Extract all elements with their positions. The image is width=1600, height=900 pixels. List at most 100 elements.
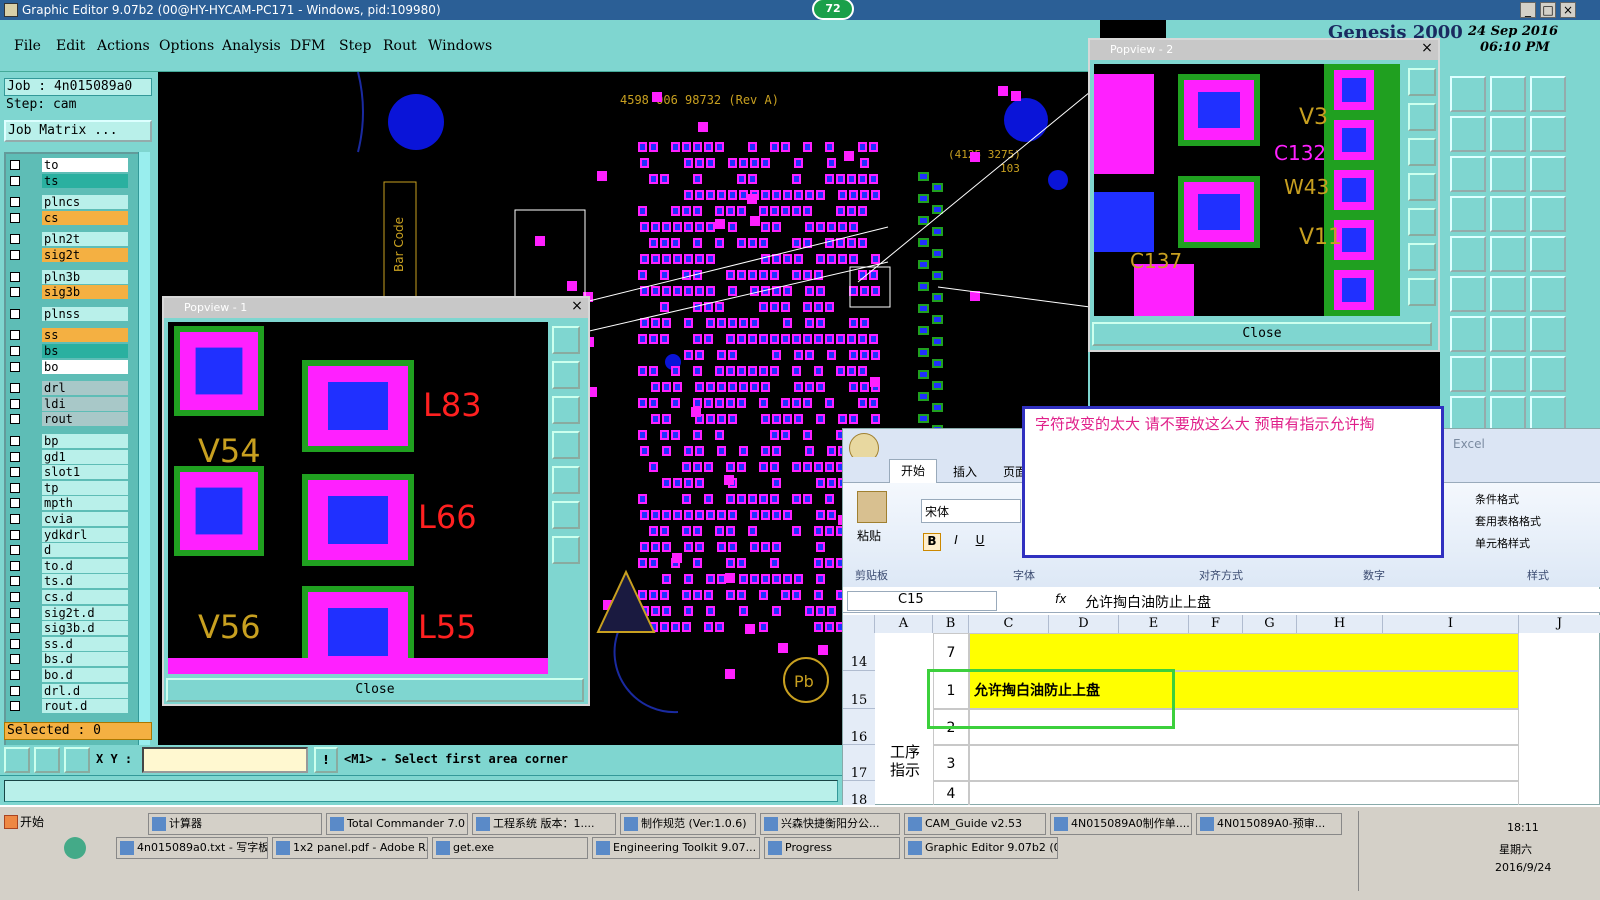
- layer-row[interactable]: sig2t: [8, 248, 128, 262]
- cell-c[interactable]: [969, 745, 1519, 781]
- taskbar-button[interactable]: Graphic Editor 9.07b2 (0...: [904, 837, 1058, 859]
- fx-icon[interactable]: fx: [1055, 592, 1066, 606]
- tool-button-icon[interactable]: [1450, 316, 1486, 352]
- layer-row[interactable]: bo: [8, 359, 128, 374]
- view-tool-icon[interactable]: [552, 361, 580, 389]
- layer-row[interactable]: mpth: [8, 496, 128, 511]
- popview-1-close-icon[interactable]: ×: [570, 299, 584, 314]
- view-tool-icon[interactable]: [1408, 208, 1436, 236]
- job-matrix-button[interactable]: Job Matrix ...: [4, 120, 152, 142]
- menu-file[interactable]: File: [14, 38, 41, 54]
- column-header[interactable]: A: [875, 615, 933, 633]
- layer-row[interactable]: drl: [8, 381, 128, 396]
- layer-checkbox[interactable]: [10, 451, 20, 462]
- layer-checkbox[interactable]: [10, 346, 20, 356]
- quicklaunch-icon[interactable]: [64, 837, 86, 859]
- layer-row[interactable]: ss: [8, 328, 128, 343]
- layer-checkbox[interactable]: [10, 398, 20, 409]
- layer-row[interactable]: ts: [8, 173, 128, 188]
- layer-checkbox[interactable]: [10, 529, 20, 540]
- tool-button-icon[interactable]: [1530, 196, 1566, 232]
- cell-c[interactable]: [969, 633, 1519, 671]
- tool-button-icon[interactable]: [1490, 356, 1526, 392]
- taskbar-button[interactable]: Engineering Toolkit 9.07...: [592, 837, 760, 859]
- view-tool-icon[interactable]: [1408, 278, 1436, 306]
- menu-dfm[interactable]: DFM: [290, 38, 325, 54]
- layer-checkbox[interactable]: [10, 685, 20, 696]
- view-tool-icon[interactable]: [1408, 138, 1436, 166]
- taskbar-button[interactable]: 4n015089a0.txt - 写字板: [116, 837, 268, 859]
- taskbar-button[interactable]: 1x2 panel.pdf - Adobe R...: [272, 837, 428, 859]
- layer-row[interactable]: ts.d: [8, 574, 128, 589]
- maximize-icon[interactable]: □: [1540, 2, 1556, 18]
- tool-button-icon[interactable]: [1490, 76, 1526, 112]
- view-tool-icon[interactable]: [1408, 173, 1436, 201]
- layer-checkbox[interactable]: [10, 436, 20, 446]
- layer-row[interactable]: pln2t: [8, 232, 128, 247]
- view-tool-icon[interactable]: [1408, 68, 1436, 96]
- conditional-format-button[interactable]: 条件格式: [1475, 491, 1519, 507]
- layer-checkbox[interactable]: [10, 514, 20, 524]
- layer-checkbox[interactable]: [10, 330, 20, 341]
- layer-checkbox[interactable]: [10, 160, 20, 170]
- row-header[interactable]: 15: [843, 671, 875, 709]
- row-header[interactable]: 14: [843, 633, 875, 671]
- layer-checkbox[interactable]: [10, 361, 20, 372]
- layer-checkbox[interactable]: [10, 197, 20, 208]
- layer-row[interactable]: pln3b: [8, 269, 128, 284]
- layer-checkbox[interactable]: [10, 287, 20, 298]
- tool-button-icon[interactable]: [1530, 356, 1566, 392]
- name-box[interactable]: C15: [847, 591, 997, 611]
- layer-checkbox[interactable]: [10, 414, 20, 425]
- taskbar-button[interactable]: CAM_Guide v2.53: [904, 813, 1046, 835]
- row-header[interactable]: 17: [843, 745, 875, 781]
- menu-analysis[interactable]: Analysis: [222, 38, 281, 54]
- cell-c[interactable]: [969, 781, 1519, 806]
- popview-2-close-icon[interactable]: ×: [1420, 41, 1434, 56]
- tool-button-icon[interactable]: [1450, 236, 1486, 272]
- column-header[interactable]: B: [933, 615, 969, 633]
- layer-checkbox[interactable]: [10, 271, 20, 282]
- column-header[interactable]: D: [1049, 615, 1119, 633]
- tool-button-icon[interactable]: [1490, 156, 1526, 192]
- row-header[interactable]: 18: [843, 781, 875, 808]
- column-header[interactable]: H: [1297, 615, 1383, 633]
- tool-button-icon[interactable]: [1490, 236, 1526, 272]
- layer-row[interactable]: to: [8, 158, 128, 172]
- layer-row[interactable]: ldi: [8, 396, 128, 411]
- layer-row[interactable]: to.d: [8, 558, 128, 573]
- column-header[interactable]: F: [1189, 615, 1243, 633]
- layer-row[interactable]: tp: [8, 480, 128, 495]
- layer-checkbox[interactable]: [10, 701, 20, 712]
- layer-row[interactable]: ydkdrl: [8, 527, 128, 542]
- tool-button-icon[interactable]: [1530, 116, 1566, 152]
- taskbar-button[interactable]: 4N015089A0-预审...: [1196, 813, 1342, 835]
- view-tool-icon[interactable]: [552, 396, 580, 424]
- column-header[interactable]: J: [1519, 615, 1600, 633]
- layer-row[interactable]: bp: [8, 434, 128, 448]
- menu-edit[interactable]: Edit: [56, 38, 85, 54]
- cell-style-button[interactable]: 单元格样式: [1475, 535, 1530, 551]
- layer-row[interactable]: cs: [8, 210, 128, 225]
- select-all-corner[interactable]: [843, 615, 875, 633]
- view-tool-icon[interactable]: [552, 536, 580, 564]
- layer-checkbox[interactable]: [10, 592, 20, 602]
- layer-row[interactable]: sig2t.d: [8, 605, 128, 620]
- measure-icon[interactable]: [34, 747, 60, 773]
- layer-row[interactable]: ss.d: [8, 636, 128, 651]
- column-header[interactable]: E: [1119, 615, 1189, 633]
- layer-checkbox[interactable]: [10, 560, 20, 571]
- popview-2-view[interactable]: V3 C132 W43 V11 C137: [1094, 64, 1400, 316]
- layer-checkbox[interactable]: [10, 654, 20, 665]
- minimize-icon[interactable]: _: [1520, 2, 1536, 18]
- layer-checkbox[interactable]: [10, 482, 20, 493]
- tab-insert[interactable]: 插入: [953, 463, 977, 480]
- info-icon[interactable]: !: [314, 747, 338, 773]
- layer-checkbox[interactable]: [10, 467, 20, 478]
- italic-button[interactable]: I: [947, 533, 965, 551]
- tool-button-icon[interactable]: [1490, 196, 1526, 232]
- layer-checkbox[interactable]: [10, 383, 20, 394]
- view-tool-icon[interactable]: [552, 501, 580, 529]
- layer-checkbox[interactable]: [10, 250, 20, 260]
- layer-row[interactable]: sig3b.d: [8, 621, 128, 636]
